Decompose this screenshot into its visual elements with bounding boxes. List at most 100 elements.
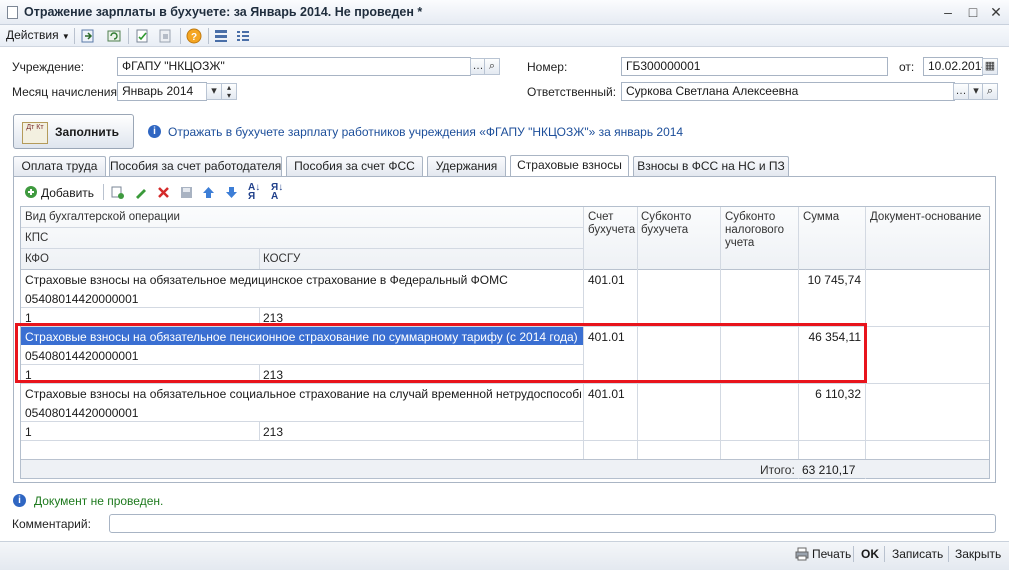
tab-deductions[interactable]: Удержания xyxy=(427,156,506,176)
row3-sum[interactable]: 6 110,32 xyxy=(799,387,861,401)
move-up-icon[interactable] xyxy=(201,185,216,200)
title-bar: Отражение зарплаты в бухучете: за Январь… xyxy=(0,0,1009,25)
main-toolbar: Действия ▼ ? xyxy=(0,25,1009,47)
responsible-search-icon[interactable]: ⌕ xyxy=(982,83,998,100)
actions-menu[interactable]: Действия ▼ xyxy=(6,28,70,42)
divider xyxy=(21,248,583,249)
highlight-frame xyxy=(15,323,867,383)
institution-label: Учреждение: xyxy=(12,60,85,74)
document-status: Документ не проведен. xyxy=(34,494,164,508)
footer-separator xyxy=(948,546,949,562)
header-subconto-accounting: Субконто бухучета xyxy=(641,211,692,236)
row1-kps[interactable]: 05408014420000001 xyxy=(25,292,138,306)
responsible-label: Ответственный: xyxy=(527,85,617,99)
header-account: Счет бухучета xyxy=(588,211,636,236)
save-icon[interactable] xyxy=(179,185,194,200)
row1-sum[interactable]: 10 745,74 xyxy=(799,273,861,287)
dropdown-arrow-icon: ▼ xyxy=(61,32,70,41)
toolbar-separator xyxy=(74,28,75,44)
move-down-icon[interactable] xyxy=(224,185,239,200)
number-field[interactable]: ГБ300000001 xyxy=(621,57,888,76)
post-and-close-icon[interactable] xyxy=(80,28,96,44)
header-kfo: КФО xyxy=(25,253,49,265)
add-button[interactable]: Добавить xyxy=(41,186,94,200)
month-spinner[interactable]: ▴ ▾ xyxy=(221,83,237,100)
footer-bar xyxy=(0,541,1009,570)
toolbar-separator xyxy=(208,28,209,44)
row1-account[interactable]: 401.01 xyxy=(588,273,625,287)
tab-employer-benefits[interactable]: Пособия за счет работодателя xyxy=(109,156,282,176)
info-link[interactable]: Отражать в бухучете зарплату работников … xyxy=(168,125,683,139)
month-field[interactable]: Январь 2014 xyxy=(117,82,207,101)
month-dropdown-icon[interactable]: ▾ xyxy=(206,83,222,100)
printer-icon[interactable] xyxy=(795,547,809,561)
unpost-document-icon[interactable] xyxy=(157,28,173,44)
divider xyxy=(21,269,989,270)
toolbar-separator xyxy=(180,28,181,44)
institution-field[interactable]: ФГАПУ "НКЦОЗЖ" xyxy=(117,57,471,76)
footer-separator xyxy=(853,546,854,562)
header-kosgu: КОСГУ xyxy=(263,253,301,265)
save-button[interactable]: Записать xyxy=(892,547,943,561)
structure-icon[interactable] xyxy=(213,28,229,44)
sort-ascending-icon[interactable]: A↓ Я xyxy=(248,183,260,202)
help-icon[interactable]: ? xyxy=(186,28,202,44)
divider xyxy=(21,227,583,228)
header-subconto-tax: Субконто налогового учета xyxy=(725,211,785,249)
print-button[interactable]: Печать xyxy=(812,547,851,561)
dt-kt-icon: Дт Кт xyxy=(22,122,48,144)
svg-text:?: ? xyxy=(191,32,197,43)
date-field[interactable]: 10.02.2014 xyxy=(923,57,983,76)
row3-operation[interactable]: Страховые взносы на обязательное социаль… xyxy=(25,387,581,401)
tab-insurance-contributions[interactable]: Страховые взносы xyxy=(510,155,629,176)
add-icon[interactable] xyxy=(24,185,38,199)
close-button[interactable]: Закрыть xyxy=(955,547,1001,561)
row3-kps[interactable]: 05408014420000001 xyxy=(25,406,138,420)
responsible-field[interactable]: Суркова Светлана Алексеевна xyxy=(621,82,955,101)
divider xyxy=(259,421,260,440)
row3-account[interactable]: 401.01 xyxy=(588,387,625,401)
info-icon: i xyxy=(148,125,161,138)
divider xyxy=(21,307,583,308)
row3-kfo[interactable]: 1 xyxy=(25,425,32,439)
header-operation: Вид бухгалтерской операции xyxy=(25,211,180,223)
ok-button[interactable]: OK xyxy=(861,547,879,561)
actions-label: Действия xyxy=(6,28,59,42)
divider xyxy=(21,440,989,441)
row1-operation[interactable]: Страховые взносы на обязательное медицин… xyxy=(25,273,581,287)
institution-search-icon[interactable]: ⌕ xyxy=(484,58,500,75)
number-label: Номер: xyxy=(527,60,568,74)
list-settings-icon[interactable] xyxy=(235,28,251,44)
tab-fss-ns-pz[interactable]: Взносы в ФСС на НС и ПЗ xyxy=(633,156,789,176)
row3-kosgu[interactable]: 213 xyxy=(263,425,283,439)
tab-payroll[interactable]: Оплата труда xyxy=(13,156,106,176)
minimize-button[interactable]: – xyxy=(940,4,956,20)
responsible-select-button[interactable]: … xyxy=(953,83,969,100)
window-title: Отражение зарплаты в бухучете: за Январь… xyxy=(24,5,423,19)
tab-fss-benefits[interactable]: Пособия за счет ФСС xyxy=(286,156,423,176)
comment-label: Комментарий: xyxy=(12,517,91,531)
post-document-icon[interactable] xyxy=(134,28,150,44)
header-sum: Сумма xyxy=(803,211,840,223)
month-label: Месяц начисления: xyxy=(12,85,121,99)
sort-descending-icon[interactable]: Я↓ A xyxy=(271,183,283,202)
header-kps: КПС xyxy=(25,232,49,244)
document-icon xyxy=(7,6,18,19)
close-window-button[interactable]: ✕ xyxy=(988,4,1004,20)
header-document-basis: Документ-основание xyxy=(870,211,982,223)
maximize-button[interactable]: □ xyxy=(965,4,981,20)
copy-icon[interactable] xyxy=(110,185,125,200)
total-value: 63 210,17 xyxy=(802,463,856,477)
fill-button-label: Заполнить xyxy=(55,125,119,139)
divider xyxy=(21,383,989,384)
total-label: Итого: xyxy=(760,463,795,477)
comment-field[interactable] xyxy=(109,514,996,533)
edit-icon[interactable] xyxy=(133,185,148,200)
refresh-icon[interactable] xyxy=(106,28,122,44)
delete-icon[interactable] xyxy=(156,185,171,200)
footer-separator xyxy=(884,546,885,562)
fill-button[interactable]: Дт Кт Заполнить xyxy=(13,114,134,149)
date-label: от: xyxy=(899,60,915,74)
divider xyxy=(21,421,583,422)
calendar-icon[interactable]: ▦ xyxy=(982,58,998,75)
